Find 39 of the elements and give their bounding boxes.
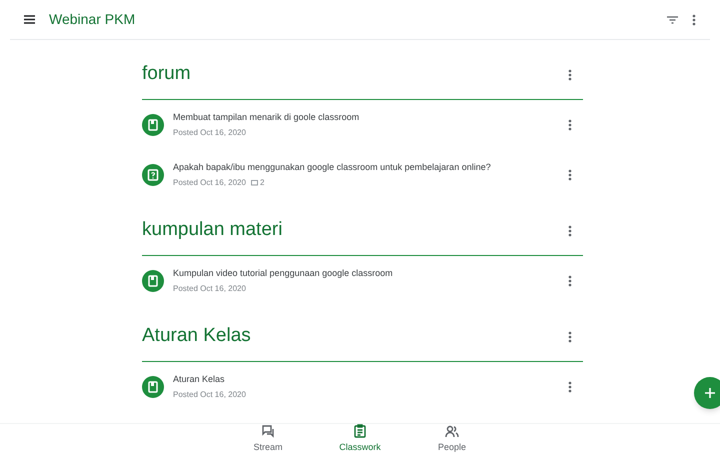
topic-title: kumpulan materi [142,218,282,242]
classwork-item[interactable]: Kumpulan video tutorial penggunaan google classroom Posted Oct 16, 2020 [142,256,583,306]
item-title: Membuat tampilan menarik di goole classroom [173,111,360,124]
book-icon [148,275,158,287]
posted-date: Posted Oct 16, 2020 [173,176,246,189]
posted-date: Posted Oct 16, 2020 [173,282,246,295]
nav-tab[interactable]: People [425,424,479,455]
more-icon[interactable] [692,14,696,26]
book-icon [148,381,158,393]
filter-icon[interactable] [667,16,678,24]
more-icon[interactable] [568,119,572,131]
classwork-item[interactable]: Membuat tampilan menarik di goole classroom Posted Oct 16, 2020 [142,100,583,150]
class-title: Webinar PKM [49,10,136,29]
comment-count: 2 [260,176,264,189]
clipboard-icon [354,424,366,438]
menu-icon[interactable] [24,15,35,24]
chat-icon [262,424,274,438]
topic-title: forum [142,62,191,86]
more-icon[interactable] [568,68,572,80]
posted-date: Posted Oct 16, 2020 [173,388,246,401]
topic-title: Aturan Kelas [142,324,251,348]
nav-tab[interactable]: Classwork [333,424,387,455]
add-button[interactable] [694,377,720,409]
comment-icon [250,180,258,186]
book-icon [148,119,158,131]
plus-icon [705,388,715,398]
item-title: Apakah bapak/ibu menggunakan google classroom untuk pembelajaran online? [173,161,492,174]
more-icon[interactable] [568,330,572,342]
posted-date: Posted Oct 16, 2020 [173,126,246,139]
item-title: Aturan Kelas [173,373,226,386]
item-title: Kumpulan video tutorial penggunaan google classroom [173,267,394,280]
more-icon[interactable] [568,275,572,287]
nav-tab[interactable]: Stream [241,424,295,455]
more-icon[interactable] [568,169,572,181]
more-icon[interactable] [568,381,572,393]
more-icon[interactable] [568,224,572,236]
people-icon [445,424,459,438]
classwork-item[interactable]: Apakah bapak/ibu menggunakan google classroom untuk pembelajaran online? Posted Oct 16, 2020 2 [142,150,583,200]
classwork-item[interactable]: Aturan Kelas Posted Oct 16, 2020 [142,362,583,412]
